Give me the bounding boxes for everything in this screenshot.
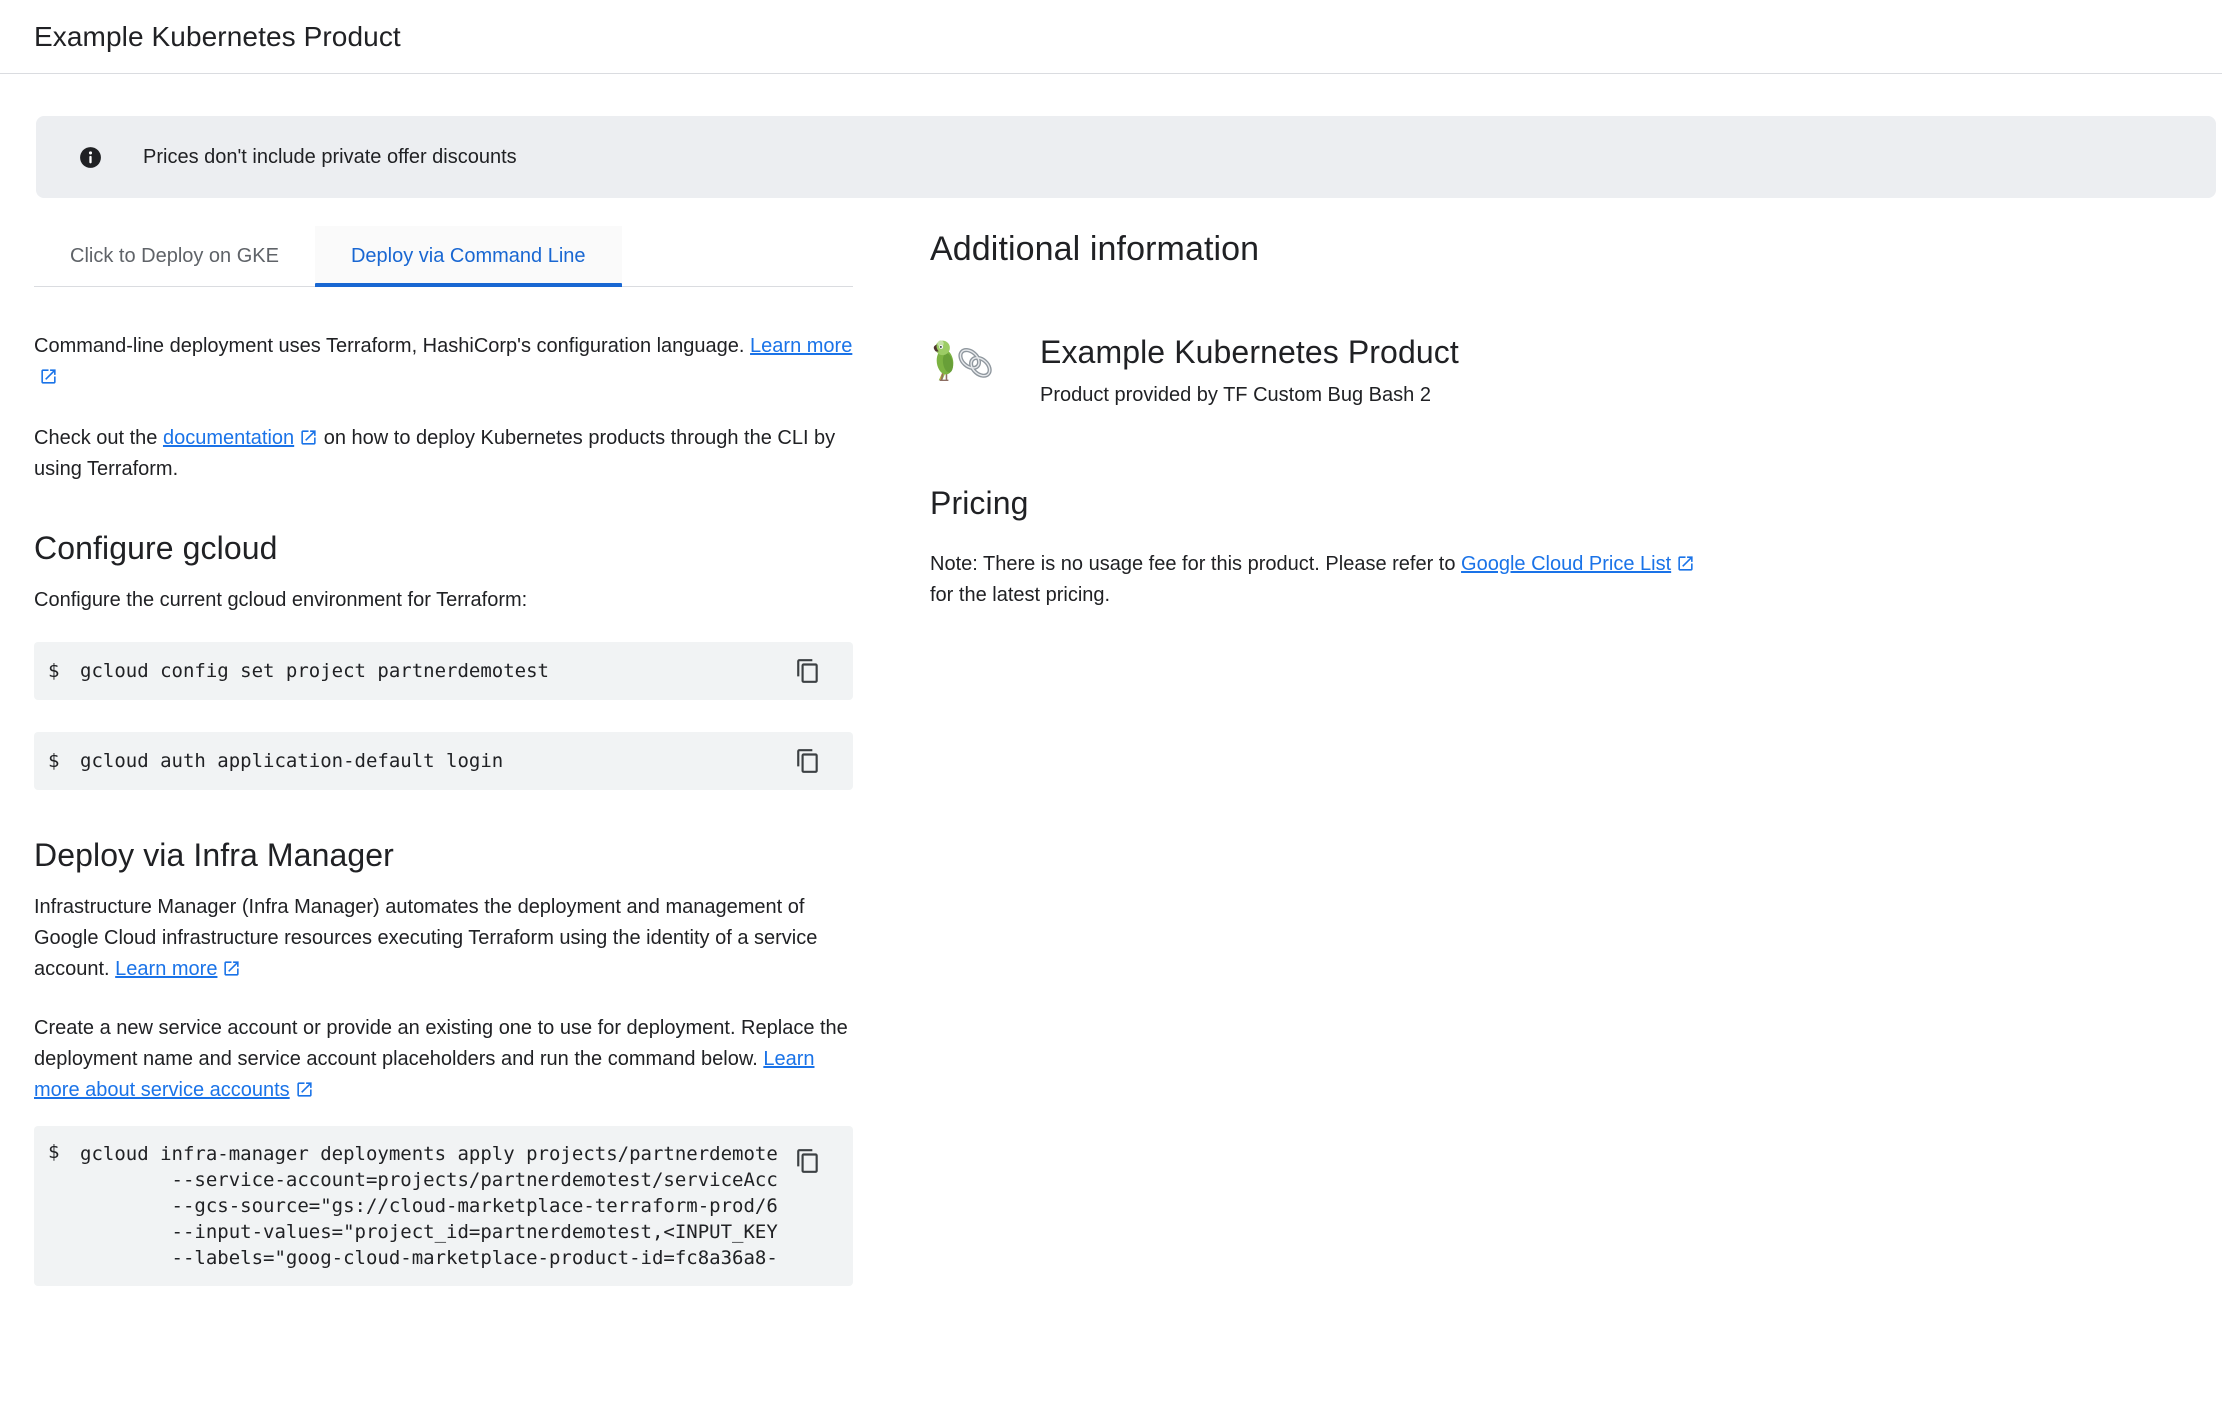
deploy-column: Click to Deploy on GKE Deploy via Comman… [34, 226, 853, 1286]
info-icon [78, 145, 103, 170]
tab-deploy-via-command-line[interactable]: Deploy via Command Line [315, 226, 622, 286]
intro-paragraph: Command-line deployment uses Terraform, … [34, 331, 853, 393]
additional-info-column: Additional information [930, 226, 1730, 1286]
tab-click-to-deploy-gke[interactable]: Click to Deploy on GKE [34, 226, 315, 286]
command-text: gcloud auth application-default login [80, 748, 503, 774]
pricing-heading: Pricing [930, 483, 1730, 523]
shell-prompt: $ [48, 660, 59, 682]
product-provided-by: Product provided by TF Custom Bug Bash 2 [1040, 380, 1459, 411]
code-block-infra-manager-apply: $ gcloud infra-manager deployments apply… [34, 1126, 853, 1286]
service-account-text: Create a new service account or provide … [34, 1017, 848, 1070]
pricing-note: Note: There is no usage fee for this pro… [930, 549, 1720, 611]
open-in-new-icon [222, 959, 241, 978]
product-name: Example Kubernetes Product [1040, 332, 1459, 372]
content-copy-icon [795, 748, 821, 774]
intro-text: Command-line deployment uses Terraform, … [34, 335, 750, 357]
configure-gcloud-heading: Configure gcloud [34, 527, 853, 569]
page-header: Example Kubernetes Product [0, 0, 2222, 74]
code-block-auth-login: $ gcloud auth application-default login [34, 732, 853, 790]
product-summary: Example Kubernetes Product Product provi… [930, 332, 1730, 411]
open-in-new-icon [295, 1080, 314, 1099]
copy-button[interactable] [791, 744, 825, 778]
command-text: gcloud config set project partnerdemotes… [80, 658, 549, 684]
product-text: Example Kubernetes Product Product provi… [1040, 332, 1459, 411]
parrot-chain-emoji-logo [930, 336, 992, 384]
copy-button[interactable] [791, 654, 825, 688]
open-in-new-icon [39, 367, 58, 386]
service-account-paragraph: Create a new service account or provide … [34, 1013, 853, 1106]
documentation-paragraph: Check out the documentation on how to de… [34, 423, 853, 485]
configure-gcloud-description: Configure the current gcloud environment… [34, 585, 853, 616]
open-in-new-icon [299, 428, 318, 447]
infra-manager-heading: Deploy via Infra Manager [34, 834, 853, 876]
price-info-banner: Prices don't include private offer disco… [36, 116, 2216, 198]
content-copy-icon [795, 658, 821, 684]
infra-description-paragraph: Infrastructure Manager (Infra Manager) a… [34, 892, 853, 985]
copy-button[interactable] [791, 1144, 825, 1178]
additional-information-heading: Additional information [930, 228, 1730, 270]
deploy-tab-bar: Click to Deploy on GKE Deploy via Comman… [34, 226, 853, 287]
command-text: gcloud infra-manager deployments apply p… [80, 1141, 853, 1271]
pricing-note-post: for the latest pricing. [930, 584, 1110, 606]
shell-prompt: $ [48, 1141, 59, 1163]
shell-prompt: $ [48, 750, 59, 772]
content-copy-icon [795, 1148, 821, 1174]
banner-text: Prices don't include private offer disco… [143, 146, 517, 169]
pricing-note-pre: Note: There is no usage fee for this pro… [930, 553, 1461, 575]
infra-learn-more-link[interactable]: Learn more [115, 958, 241, 980]
open-in-new-icon [1676, 554, 1695, 573]
main-content: Click to Deploy on GKE Deploy via Comman… [0, 226, 2222, 1286]
documentation-link[interactable]: documentation [163, 427, 318, 449]
page-title: Example Kubernetes Product [34, 21, 401, 53]
code-block-set-project: $ gcloud config set project partnerdemot… [34, 642, 853, 700]
doc-text-pre: Check out the [34, 427, 163, 449]
price-list-link[interactable]: Google Cloud Price List [1461, 553, 1695, 575]
